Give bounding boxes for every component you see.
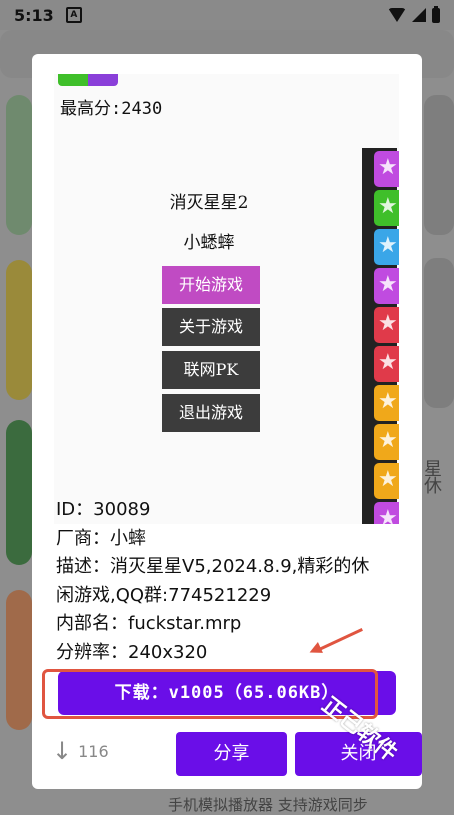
app-id: ID：30089 [56, 499, 151, 520]
star-block-icon [374, 385, 399, 421]
app-detail-dialog: 最高分:2430 消灭星星2 小蟋蟀 开始游戏 关于游戏 联网PK 退出游戏 I… [32, 54, 422, 789]
game-title: 消灭星星2 [169, 193, 249, 213]
app-description: 描述：消灭星星V5,2024.8.9,精彩的休 [56, 556, 370, 577]
best-score: 最高分:2430 [60, 99, 163, 119]
download-count-value: 116 [78, 741, 109, 761]
bg-list-item [424, 95, 454, 235]
star-block-icon [374, 463, 399, 499]
star-block-icon [374, 268, 399, 304]
screenshot-top-blocks [58, 74, 118, 86]
star-block-icon [374, 346, 399, 382]
bg-list-item [424, 258, 454, 408]
wifi-icon [388, 8, 406, 22]
game-menu-exit: 退出游戏 [162, 394, 260, 432]
battery-icon [432, 5, 440, 23]
game-menu-pk: 联网PK [162, 351, 260, 389]
status-icons [388, 5, 440, 23]
game-menu-about: 关于游戏 [162, 308, 260, 346]
star-block-icon [374, 190, 399, 226]
download-arrow-icon: ↓ [52, 737, 73, 765]
star-column [362, 148, 399, 524]
star-block-icon [374, 424, 399, 460]
app-vendor: 厂商：小蟀 [56, 527, 146, 549]
bg-app-icon [6, 590, 32, 730]
signal-icon [412, 8, 426, 22]
download-count: ↓ 116 [52, 737, 109, 765]
star-block-icon [374, 307, 399, 343]
app-info: ID：30089 厂商：小蟀 描述：消灭星星V5,2024.8.9,精彩的休 闲… [56, 496, 401, 667]
app-resolution: 分辨率：240x320 [56, 641, 208, 663]
status-bar: 5:13 A [0, 0, 454, 30]
bg-app-icon [6, 260, 32, 400]
app-notification-icon: A [65, 7, 82, 23]
bg-peek-text: 休 [424, 476, 442, 497]
game-author: 小蟋蟀 [183, 233, 235, 253]
bg-app-icon [6, 420, 32, 565]
app-description-cont: 闲游戏,QQ群:774521229 [56, 584, 272, 606]
bg-app-icon [6, 95, 32, 235]
status-time: 5:13 [14, 5, 54, 25]
star-block-icon [374, 229, 399, 265]
share-button[interactable]: 分享 [176, 732, 287, 776]
game-menu-start: 开始游戏 [162, 266, 260, 304]
star-block-icon [374, 151, 399, 187]
game-screenshot: 最高分:2430 消灭星星2 小蟋蟀 开始游戏 关于游戏 联网PK 退出游戏 [54, 74, 399, 524]
bg-bottom-text: 手机模拟播放器 支持游戏同步 [168, 796, 368, 814]
